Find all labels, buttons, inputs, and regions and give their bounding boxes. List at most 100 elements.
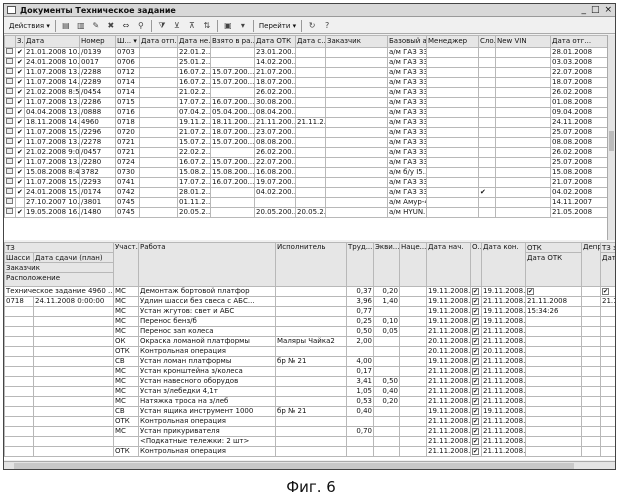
document-cell[interactable] (427, 98, 479, 108)
otk-cell[interactable] (526, 367, 582, 377)
done-checkbox[interactable]: ✔ (471, 437, 482, 447)
closed-cell[interactable] (601, 357, 616, 367)
document-cell[interactable]: 25.07.2008 (551, 128, 608, 138)
document-cell[interactable]: ✔ (16, 188, 25, 198)
work-row[interactable]: 071824.11.2008 0:00:00МСУдлин шасси без … (5, 297, 616, 307)
document-cell[interactable] (496, 208, 551, 218)
document-row[interactable]: ✔04.04.2008 13.../0888071607.04.2...05.0… (5, 108, 608, 118)
work-cell[interactable]: 21.11.2008... (482, 377, 526, 387)
work-cell[interactable]: 21.11.2008... (427, 387, 471, 397)
work-cell[interactable] (374, 447, 400, 457)
checkbox[interactable]: ✔ (472, 318, 479, 325)
work-cell[interactable]: 21.11.2008... (482, 447, 526, 457)
work-cell[interactable] (276, 367, 347, 377)
work-cell[interactable]: 0,77 (347, 307, 374, 317)
document-cell[interactable] (211, 208, 255, 218)
col-otk[interactable]: ОТК (526, 243, 581, 253)
document-cell[interactable]: 16.08.200... (255, 168, 296, 178)
document-row[interactable]: ✔21.01.2008 10.../0139070322.01.2...23.0… (5, 48, 608, 58)
work-cell[interactable] (374, 437, 400, 447)
document-row[interactable]: ✔19.05.2008 16.../1480074520.05.2...20.0… (5, 208, 608, 218)
document-cell[interactable] (326, 118, 388, 128)
document-cell[interactable]: 14.02.200... (255, 58, 296, 68)
closed-cell[interactable] (601, 437, 616, 447)
work-row[interactable]: ОТККонтрольная операция20.11.2008...✔20.… (5, 347, 616, 357)
closed-cell[interactable] (601, 327, 616, 337)
document-cell[interactable] (211, 48, 255, 58)
document-cell[interactable] (326, 188, 388, 198)
work-cell[interactable] (400, 447, 427, 457)
document-cell[interactable]: ✔ (16, 128, 25, 138)
closed-cell[interactable] (601, 317, 616, 327)
document-cell[interactable]: ✔ (16, 68, 25, 78)
work-cell[interactable]: ОК (114, 337, 139, 347)
document-cell[interactable]: 0017 (80, 58, 116, 68)
document-cell[interactable] (326, 128, 388, 138)
upper-col-12[interactable]: Менеджер (427, 36, 479, 48)
depr-cell[interactable] (582, 317, 601, 327)
document-cell[interactable]: /0457 (80, 148, 116, 158)
work-cell[interactable] (276, 437, 347, 447)
document-cell[interactable]: 18.07.200... (211, 128, 255, 138)
work-cell[interactable]: 21.11.2008... (482, 357, 526, 367)
document-cell[interactable]: 17.07.2... (178, 98, 211, 108)
checkbox[interactable]: ✔ (472, 398, 479, 405)
document-cell[interactable] (140, 108, 178, 118)
filter-set-icon[interactable]: ⊻ (170, 19, 184, 33)
otk-cell[interactable] (526, 327, 582, 337)
work-cell[interactable]: 21.11.2008... (427, 377, 471, 387)
otk-cell[interactable]: 15:34:26 (526, 307, 582, 317)
work-cell[interactable] (347, 417, 374, 427)
document-cell[interactable]: ✔ (16, 138, 25, 148)
document-cell[interactable]: 0715 (116, 98, 140, 108)
depr-cell[interactable] (582, 447, 601, 457)
document-cell[interactable]: 11.07.2008 14... (25, 78, 80, 88)
document-cell[interactable]: а/м ГАЗ 33... (388, 108, 427, 118)
otk-cell[interactable] (526, 317, 582, 327)
document-cell[interactable] (326, 208, 388, 218)
done-checkbox[interactable]: ✔ (471, 417, 482, 427)
work-cell[interactable]: 21.11.2008... (427, 397, 471, 407)
document-cell[interactable] (427, 178, 479, 188)
document-cell[interactable] (326, 158, 388, 168)
document-row[interactable]: ✔11.07.2008 15.../2296072021.07.2...18.0… (5, 128, 608, 138)
document-cell[interactable]: а/м ГАЗ 33... (388, 148, 427, 158)
document-cell[interactable] (326, 108, 388, 118)
checkbox[interactable]: ✔ (472, 328, 479, 335)
work-cell[interactable]: Устан з/лебедки 4,1т (139, 387, 276, 397)
document-cell[interactable] (496, 58, 551, 68)
document-cell[interactable]: ✔ (16, 118, 25, 128)
document-cell[interactable] (326, 138, 388, 148)
work-cell[interactable]: Натяжка троса на з/леб (139, 397, 276, 407)
document-cell[interactable] (140, 158, 178, 168)
document-cell[interactable] (296, 178, 326, 188)
document-cell[interactable] (140, 98, 178, 108)
document-cell[interactable] (427, 158, 479, 168)
document-cell[interactable]: 0718 (116, 118, 140, 128)
document-cell[interactable]: 15.07.200... (211, 158, 255, 168)
work-cell[interactable] (374, 407, 400, 417)
depr-cell[interactable] (582, 377, 601, 387)
document-cell[interactable]: 15.08.2... (178, 168, 211, 178)
document-cell[interactable] (140, 68, 178, 78)
work-cell[interactable]: МС (114, 327, 139, 337)
col-nace[interactable]: Наце... (400, 243, 427, 287)
document-cell[interactable] (140, 88, 178, 98)
document-cell[interactable] (479, 118, 496, 128)
otk-cell[interactable] (526, 387, 582, 397)
document-cell[interactable]: 28.01.2... (178, 188, 211, 198)
depr-cell[interactable] (582, 367, 601, 377)
work-cell[interactable]: Контрольная операция (139, 447, 276, 457)
document-cell[interactable] (479, 168, 496, 178)
checkbox[interactable]: ✔ (472, 358, 479, 365)
delete-icon[interactable]: ✖ (104, 19, 118, 33)
checkbox[interactable]: ✔ (472, 428, 479, 435)
closed-cell[interactable] (601, 397, 616, 407)
document-cell[interactable]: 21.07.200... (255, 68, 296, 78)
work-cell[interactable]: 19.11.2008... (427, 317, 471, 327)
work-cell[interactable] (400, 357, 427, 367)
done-checkbox[interactable]: ✔ (471, 357, 482, 367)
work-cell[interactable] (276, 417, 347, 427)
otk-cell[interactable]: 21.11.2008 (526, 297, 582, 307)
document-cell[interactable]: а/м ГАЗ 33... (388, 88, 427, 98)
